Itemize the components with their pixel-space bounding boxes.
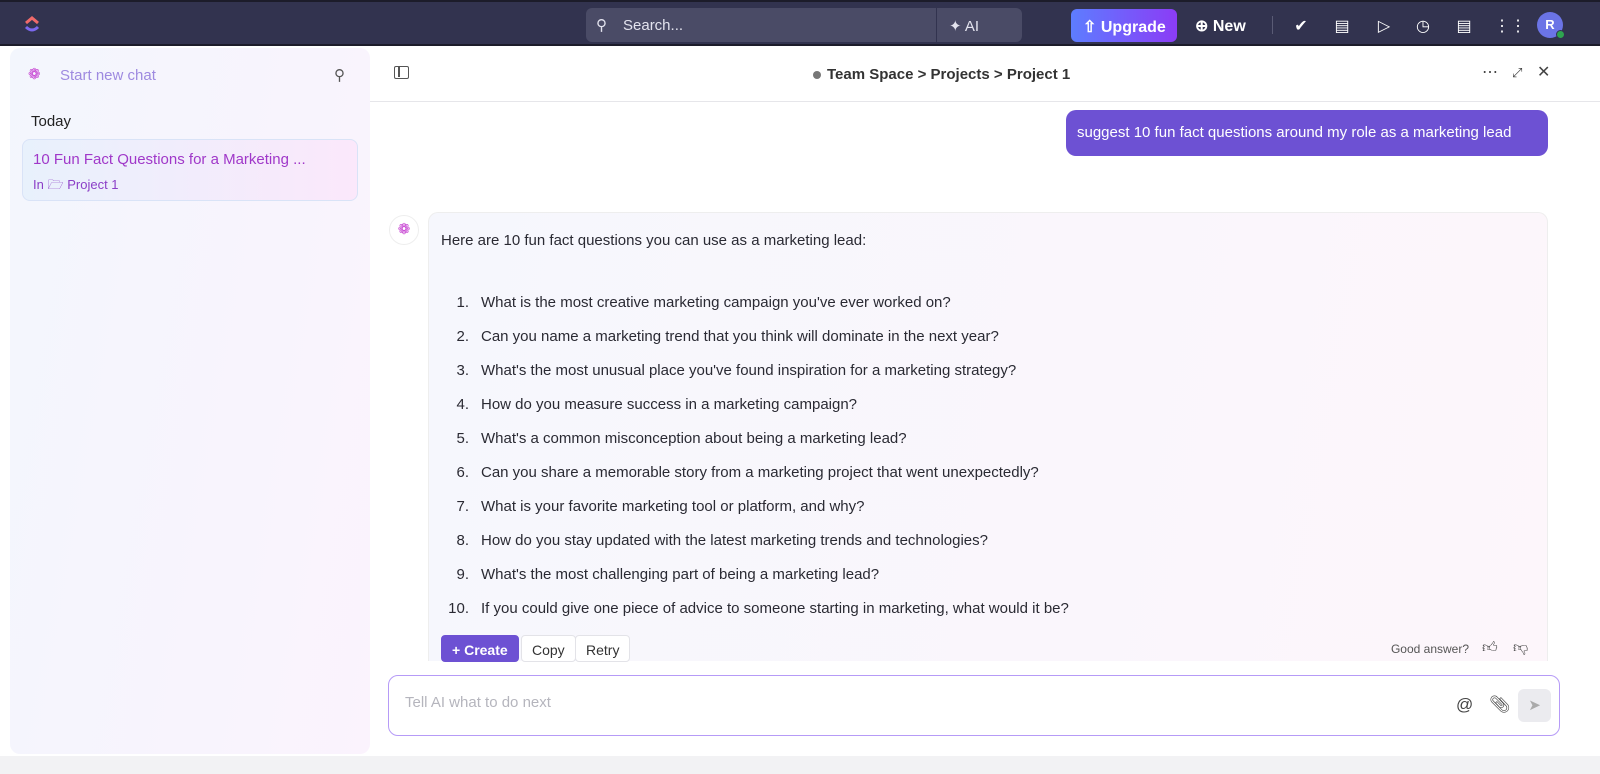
list-item: 5. What's a common misconception about be… (441, 430, 1069, 464)
item-text: What's the most challenging part of bein… (481, 566, 880, 583)
search-bar[interactable]: ⚲ Search... ✦ AI (586, 8, 1022, 42)
item-text: What is the most creative marketing camp… (481, 294, 951, 311)
item-text: What's the most unusual place you've fou… (481, 362, 1017, 379)
item-number: 1. (456, 294, 469, 311)
ai-response: Here are 10 fun fact questions you can u… (428, 212, 1548, 662)
breadcrumb-project-1[interactable]: Project 1 (1007, 66, 1070, 83)
online-status-icon (1556, 30, 1565, 39)
retry-button[interactable]: Retry (575, 635, 631, 662)
search-placeholder: Search... (623, 17, 684, 34)
collapse-icon[interactable]: ⤢ (1512, 65, 1522, 81)
list-item: 4. How do you measure success in a market… (441, 396, 1069, 430)
item-number: 6. (456, 464, 469, 481)
item-text: Can you share a memorable story from a m… (481, 464, 1039, 481)
avatar-initial: R (1545, 17, 1555, 32)
upgrade-button[interactable]: ⇧ Upgrade (1071, 9, 1177, 42)
list-item: 8. How do you stay updated with the lates… (441, 532, 1069, 566)
copy-button[interactable]: Copy (521, 635, 576, 662)
breadcrumb-separator: > (917, 66, 927, 83)
item-text: If you could give one piece of advice to… (481, 600, 1069, 617)
send-icon: ➤ (1528, 697, 1541, 714)
breadcrumb-team-space[interactable]: Team Space (827, 66, 913, 83)
item-text: What is your favorite marketing tool or … (481, 498, 865, 515)
more-options-icon[interactable]: ⋯ (1482, 62, 1498, 82)
list-item: 3. What's the most unusual place you've f… (441, 362, 1069, 396)
upgrade-label: Upgrade (1100, 19, 1166, 36)
item-number: 5. (456, 430, 469, 447)
list-item: 6. Can you share a memorable story from a… (441, 464, 1069, 498)
item-number: 7. (456, 498, 469, 515)
item-number: 2. (456, 328, 469, 345)
chat-header: Team Space > Projects > Project 1 ⋯ ⤢ ✕ (370, 48, 1600, 102)
item-text: What's a common misconception about bein… (481, 430, 907, 447)
start-new-chat-label: Start new chat (60, 67, 156, 84)
user-avatar[interactable]: R (1537, 12, 1565, 39)
location-prefix: In (33, 177, 44, 192)
space-dot-icon (813, 71, 821, 79)
section-today: Today (31, 113, 72, 130)
ai-label: AI (964, 18, 980, 35)
send-button[interactable]: ➤ (1518, 689, 1551, 722)
item-number: 3. (456, 362, 469, 379)
item-text: How do you stay updated with the latest … (481, 532, 988, 549)
feedback-prompt: Good answer? (1390, 642, 1469, 656)
check-circle-icon[interactable]: ✔ (1291, 16, 1311, 36)
list-item: 9. What's the most challenging part of be… (441, 566, 1069, 600)
ai-intro: Here are 10 fun fact questions you can u… (441, 232, 867, 249)
breadcrumb-projects[interactable]: Projects (931, 66, 990, 83)
item-number: 8. (456, 532, 469, 549)
toggle-sidebar-icon[interactable] (394, 66, 409, 79)
ai-avatar-icon: ❁ (389, 215, 419, 245)
folder-icon: 🗁 (47, 177, 64, 192)
attachment-icon[interactable]: 📎︎ (1489, 695, 1511, 715)
user-message: suggest 10 fun fact questions around my … (1066, 110, 1548, 156)
new-button[interactable]: ⊕ New (1195, 16, 1246, 36)
chat-history-item[interactable]: 10 Fun Fact Questions for a Marketing ..… (22, 139, 358, 201)
create-button[interactable]: + Create (441, 635, 519, 662)
clickup-logo[interactable] (22, 14, 42, 34)
chat-sidebar: ❁ Start new chat ⚲ Today 10 Fun Fact Ques… (10, 48, 370, 754)
chat-title: 10 Fun Fact Questions for a Marketing ..… (33, 151, 306, 168)
item-number: 10. (448, 600, 469, 617)
close-icon[interactable]: ✕ (1537, 62, 1550, 82)
ai-button[interactable]: ✦ AI (936, 8, 1022, 42)
item-number: 4. (456, 396, 469, 413)
breadcrumb: Team Space > Projects > Project 1 (813, 66, 1070, 83)
notepad-icon[interactable]: ▤ (1332, 16, 1352, 36)
composer: @ 📎︎ ➤ (388, 675, 1560, 736)
list-item: 7. What is your favorite marketing tool o… (441, 498, 1069, 532)
list-item: 2. Can you name a marketing trend that yo… (441, 328, 1069, 362)
list-item: 1. What is the most creative marketing ca… (441, 294, 1069, 328)
video-icon[interactable]: ▷ (1374, 16, 1394, 36)
search-icon: ⚲ (596, 17, 607, 34)
search-chats-icon[interactable]: ⚲ (334, 66, 345, 84)
create-label: Create (464, 642, 508, 658)
item-text: Can you name a marketing trend that you … (481, 328, 999, 345)
chat-location: In 🗁 Project 1 (33, 176, 119, 198)
divider (1272, 16, 1273, 34)
footer-strip (0, 756, 1600, 774)
location-name[interactable]: Project 1 (67, 177, 118, 192)
document-icon[interactable]: ▤ (1454, 16, 1474, 36)
list-item: 10. If you could give one piece of advice… (441, 600, 1069, 634)
item-number: 9. (456, 566, 469, 583)
alarm-clock-icon[interactable]: ◷ (1413, 16, 1433, 36)
ai-prompt-input[interactable] (405, 694, 1405, 711)
ai-brain-icon: ❁ (28, 66, 41, 83)
ai-question-list: 1. What is the most creative marketing ca… (441, 294, 1069, 634)
top-bar: ⚲ Search... ✦ AI ⇧ Upgrade ⊕ New ✔ ▤ ▷ ◷… (0, 0, 1600, 46)
item-text: How do you measure success in a marketin… (481, 396, 858, 413)
plus-circle-icon: ⊕ (1195, 18, 1209, 35)
mention-icon[interactable]: @ (1456, 695, 1473, 715)
upgrade-icon: ⇧ (1083, 19, 1097, 36)
thumbs-down-icon[interactable]: 👎︎ (1513, 639, 1528, 657)
start-new-chat-button[interactable]: ❁ Start new chat (28, 65, 156, 84)
new-label: New (1212, 18, 1246, 35)
breadcrumb-separator: > (993, 66, 1003, 83)
thumbs-up-icon[interactable]: 👍︎ (1482, 639, 1498, 657)
apps-grid-icon[interactable]: ⋮⋮ (1494, 16, 1526, 36)
